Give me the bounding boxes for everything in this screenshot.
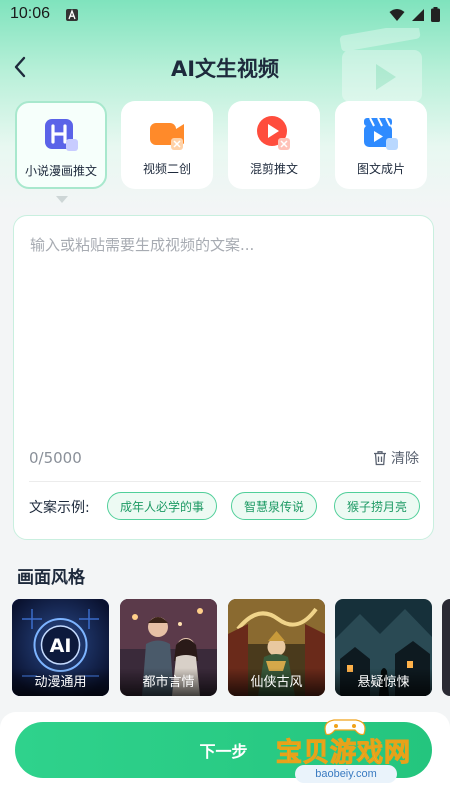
h-book-icon [45, 119, 78, 151]
mode-tab-label: 图文成片 [356, 162, 405, 176]
play-circle-icon [257, 116, 290, 150]
video-camera-icon [150, 123, 184, 150]
status-bar: 10:06 [0, 0, 450, 30]
mode-tab-label: 混剪推文 [249, 162, 298, 176]
style-list: AI 动漫通用 都市言情 仙侠古风 悬疑惊悚 [12, 599, 450, 697]
notification-a-icon [66, 9, 78, 21]
divider [29, 481, 421, 482]
mode-tab-video-remix[interactable]: 视频二创 [121, 101, 213, 189]
clapperboard-icon [364, 117, 398, 150]
example-chip[interactable]: 猴子捞月亮 [334, 492, 421, 520]
character-counter: 0/5000 [29, 449, 82, 467]
mode-tab-mix-cut[interactable]: 混剪推文 [228, 101, 320, 189]
script-editor-panel: 0/5000 清除 文案示例: 成年人必学的事 智慧泉传说 猴子捞月亮 [13, 215, 434, 540]
script-input[interactable] [30, 234, 420, 434]
active-tab-pointer [56, 196, 68, 203]
style-card-urban-romance[interactable]: 都市言情 [120, 599, 217, 696]
style-label: 仙侠古风 [228, 668, 325, 696]
style-label: 动漫通用 [12, 668, 109, 696]
page-title: AI文生视频 [170, 57, 280, 81]
style-label: 悬疑惊悚 [335, 668, 432, 696]
examples-label: 文案示例: [29, 500, 90, 516]
example-chip[interactable]: 成年人必学的事 [107, 492, 218, 520]
partial-thumbnail [442, 599, 450, 696]
style-card-next-partial[interactable] [442, 599, 450, 696]
status-time: 10:06 [10, 5, 51, 22]
wifi-icon [389, 8, 405, 21]
mode-tabs: 小说漫画推文 视频二创 混剪推文 图文成片 [15, 101, 435, 189]
style-section-title: 画面风格 [17, 568, 85, 588]
mode-tab-novel-comic[interactable]: 小说漫画推文 [15, 101, 107, 189]
trash-icon [374, 451, 386, 466]
style-label: 都市言情 [120, 668, 217, 696]
battery-icon [431, 7, 440, 22]
next-button[interactable]: 下一步 [15, 722, 432, 778]
clear-button[interactable]: 清除 [372, 448, 419, 468]
style-card-suspense[interactable]: 悬疑惊悚 [335, 599, 432, 696]
mode-tab-label: 视频二创 [142, 162, 191, 176]
signal-icon [412, 8, 424, 21]
style-card-anime[interactable]: AI 动漫通用 [12, 599, 109, 696]
example-chip[interactable]: 智慧泉传说 [231, 492, 318, 520]
mode-tab-image-text-video[interactable]: 图文成片 [335, 101, 427, 189]
mode-tab-label: 小说漫画推文 [24, 164, 97, 178]
clear-label: 清除 [391, 451, 419, 467]
style-card-xianxia[interactable]: 仙侠古风 [228, 599, 325, 696]
ai-badge-text: AI [50, 635, 72, 657]
